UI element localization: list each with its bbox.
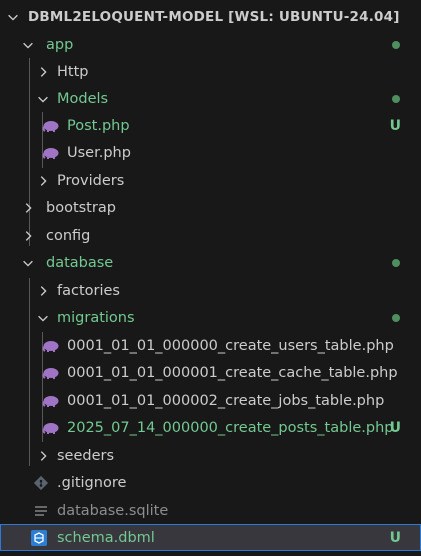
chevron-down-icon [5,9,21,25]
workspace-root-label: DBML2ELOQUENT-MODEL [WSL: UBUNTU-24.04] [28,9,400,25]
elephant-php-icon [42,117,60,135]
tree-folder-models[interactable]: Models [0,85,421,112]
workspace-root-header[interactable]: DBML2ELOQUENT-MODEL [WSL: UBUNTU-24.04] [0,4,421,30]
tree-folder-database[interactable]: database [0,249,421,276]
tree-file-label: User.php [67,144,131,161]
tree-file-label: 2025_07_14_000000_create_posts_table.php [67,419,394,436]
tree-folder-label: bootstrap [46,199,116,216]
tree-file-migration-jobs[interactable]: 0001_01_01_000002_create_jobs_table.php [0,387,421,414]
git-untracked-badge: U [389,419,401,436]
git-untracked-badge: U [389,529,401,546]
tree-folder-label: app [46,36,74,53]
git-modified-dot [392,40,400,49]
tree-file-gitignore[interactable]: .gitignore [0,469,421,496]
chevron-right-icon [35,173,51,189]
tree-file-schema-dbml[interactable]: schema.dbml U [0,524,421,551]
git-modified-dot [392,258,400,267]
chevron-down-icon [35,91,51,107]
git-modified-dot [392,94,400,103]
tree-folder-seeders[interactable]: seeders [0,442,421,469]
tree-file-label: 0001_01_01_000000_create_users_table.php [67,337,394,354]
chevron-right-icon [20,228,36,244]
tree-file-post-php[interactable]: Post.php U [0,112,421,139]
tree-folder-label: Models [57,90,109,107]
tree-file-label: 0001_01_01_000002_create_jobs_table.php [67,392,385,409]
tree-folder-label: config [46,227,91,244]
tree-file-label: 0001_01_01_000001_create_cache_table.php [67,364,398,381]
tree-folder-label: Providers [57,172,125,189]
chevron-down-icon [20,37,36,53]
elephant-php-icon [42,419,60,437]
tree-file-migration-posts[interactable]: 2025_07_14_000000_create_posts_table.php… [0,414,421,441]
elephant-php-icon [42,392,60,410]
tree-file-user-php[interactable]: User.php [0,139,421,166]
tree-folder-label: factories [57,282,120,299]
tree-folder-providers[interactable]: Providers [0,167,421,194]
git-untracked-badge: U [389,117,401,134]
tree-folder-http[interactable]: Http [0,58,421,85]
tree-folder-label: Http [57,63,89,80]
tree-file-label: .gitignore [57,474,127,491]
tree-file-database-sqlite[interactable]: database.sqlite [0,497,421,524]
chevron-down-icon [20,255,36,271]
tree-file-label: schema.dbml [57,529,155,546]
tree-file-migration-cache[interactable]: 0001_01_01_000001_create_cache_table.php [0,359,421,386]
elephant-php-icon [42,337,60,355]
elephant-php-icon [42,364,60,382]
tree-folder-config[interactable]: config [0,222,421,249]
tree-file-label: Post.php [67,117,130,134]
chevron-right-icon [35,448,51,464]
tree-file-label: database.sqlite [57,502,169,519]
tree-folder-label: seeders [57,447,115,464]
elephant-php-icon [42,144,60,162]
tree-folder-factories[interactable]: factories [0,277,421,304]
git-modified-dot [392,313,400,322]
chevron-down-icon [35,310,51,326]
tree-folder-app[interactable]: app [0,31,421,58]
tree-folder-label: migrations [57,309,135,326]
tree-folder-bootstrap[interactable]: bootstrap [0,194,421,221]
chevron-right-icon [35,283,51,299]
git-diamond-icon [32,474,50,492]
tree-folder-migrations[interactable]: migrations [0,304,421,331]
lines-file-icon [32,502,50,520]
tree-folder-label: database [46,254,114,271]
dbml-file-icon [30,529,48,547]
chevron-right-icon [35,64,51,80]
chevron-right-icon [20,200,36,216]
tree-file-migration-users[interactable]: 0001_01_01_000000_create_users_table.php [0,332,421,359]
